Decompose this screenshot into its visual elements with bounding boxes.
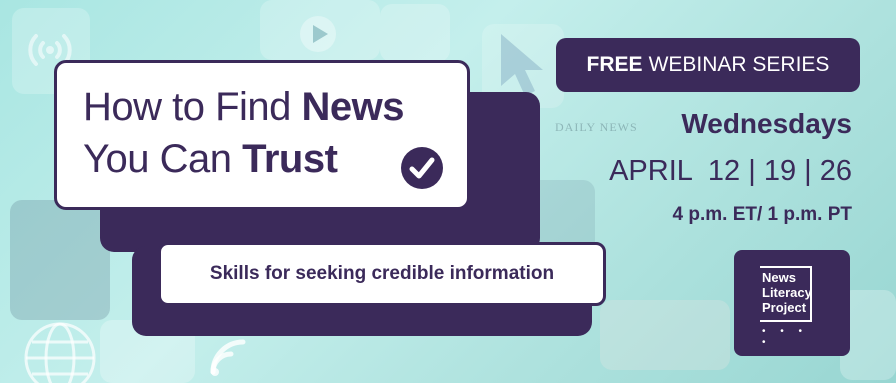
wifi-icon <box>210 339 246 376</box>
headline-line-1-bold: News <box>301 85 405 129</box>
bg-tile <box>10 200 110 320</box>
bg-tile <box>600 300 730 370</box>
logo-line-3: Project <box>762 300 807 315</box>
bg-tile <box>380 4 450 62</box>
globe-icon <box>24 322 96 383</box>
headline-card: How to Find News You Can Trust <box>54 60 470 210</box>
logo-line-2: Literacy <box>762 285 812 300</box>
series-badge-text: WEBINAR SERIES <box>648 53 830 76</box>
checkmark-icon <box>401 147 443 189</box>
series-badge-bold: FREE <box>586 53 643 76</box>
schedule-times: 4 p.m. ET/ 1 p.m. PT <box>672 204 852 225</box>
webinar-banner: DAILY NEWS How to Find News You Can Trus… <box>0 0 896 383</box>
headline-line-2-bold: Trust <box>242 137 338 181</box>
cursor-icon <box>501 34 543 96</box>
subheadline-card: Skills for seeking credible information <box>158 242 606 306</box>
play-icon <box>300 16 336 52</box>
logo-mark: News Literacy Project • • • • <box>760 266 822 348</box>
logo-line-1: News <box>762 270 796 285</box>
background-newspaper-text: DAILY NEWS <box>555 120 638 134</box>
headline-line-2-regular: You Can <box>83 137 243 181</box>
news-literacy-project-logo: News Literacy Project • • • • <box>734 250 850 356</box>
headline-line-1: How to Find News <box>83 85 405 130</box>
series-badge: FREE WEBINAR SERIES <box>556 38 860 92</box>
schedule-days: Wednesdays <box>681 108 852 139</box>
schedule-dates: APRIL 12 | 19 | 26 <box>609 155 852 187</box>
headline-line-1-regular: How to Find <box>83 85 302 129</box>
headline-line-2: You Can Trust <box>83 137 338 182</box>
logo-text: News Literacy Project <box>762 270 812 315</box>
subheadline: Skills for seeking credible information <box>209 263 555 284</box>
logo-dots: • • • • <box>762 326 809 348</box>
